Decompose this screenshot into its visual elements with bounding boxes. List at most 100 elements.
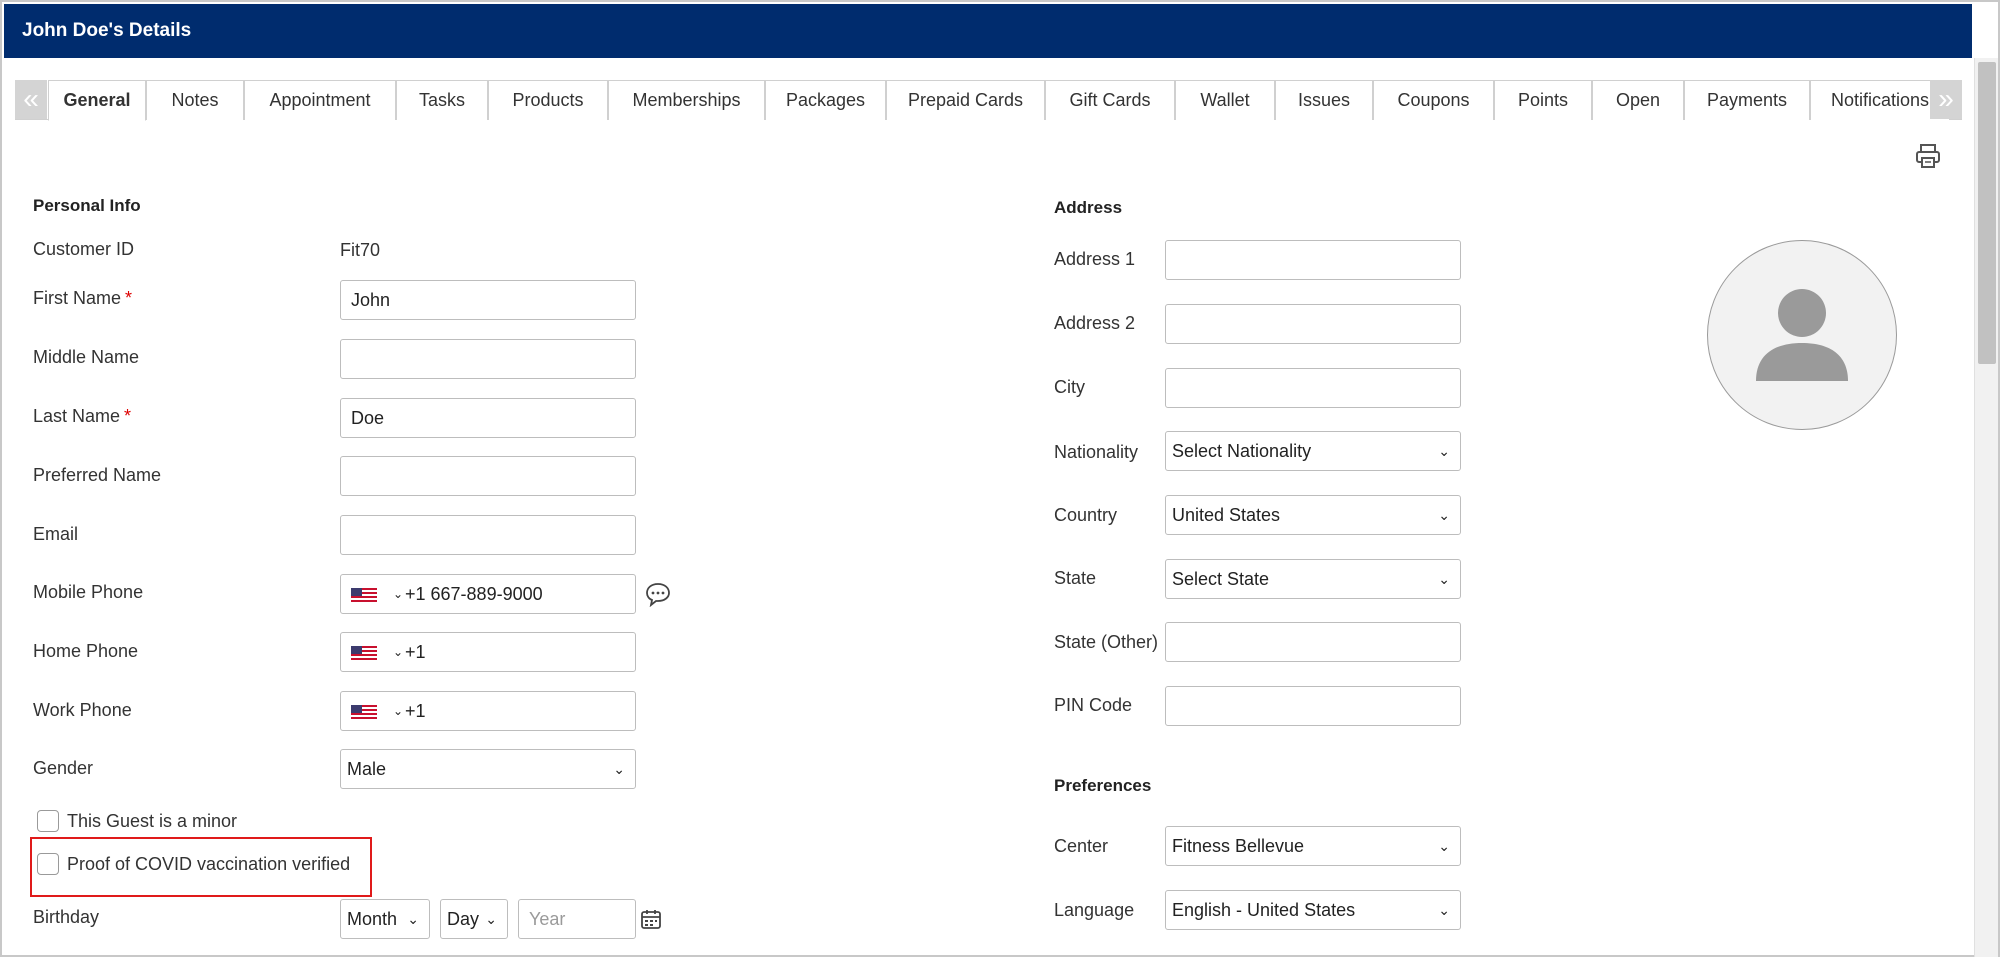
tabs-scroll-left-icon[interactable]: « — [15, 80, 47, 119]
birthday-year-placeholder: Year — [529, 909, 566, 929]
last-name-field[interactable]: Doe — [340, 398, 636, 438]
us-flag-icon[interactable] — [351, 646, 377, 660]
tab-payments[interactable]: Payments — [1684, 80, 1810, 120]
us-flag-icon[interactable] — [351, 588, 377, 602]
minor-checkbox[interactable] — [37, 810, 59, 832]
home-phone-field[interactable]: ⌄ +1 — [340, 632, 636, 672]
tab-memberships[interactable]: Memberships — [608, 80, 765, 120]
nationality-label: Nationality — [1054, 442, 1139, 462]
gender-value: Male — [347, 759, 387, 779]
tabs-scroll-right-icon[interactable]: » — [1930, 80, 1962, 119]
birthday-year-field[interactable]: Year — [518, 899, 636, 939]
country-select[interactable]: United States ⌄ — [1165, 495, 1461, 535]
personal-info-heading: Personal Info — [33, 196, 141, 215]
country-label: Country — [1054, 505, 1118, 525]
calendar-icon[interactable] — [640, 908, 662, 930]
covid-vaccination-label: Proof of COVID vaccination verified — [67, 854, 351, 874]
center-label: Center — [1054, 836, 1109, 856]
nationality-select[interactable]: Select Nationality ⌄ — [1165, 431, 1461, 471]
state-select[interactable]: Select State ⌄ — [1165, 559, 1461, 599]
first-name-field[interactable]: John — [340, 280, 636, 320]
chat-bubble-icon[interactable] — [645, 581, 671, 607]
profile-photo[interactable] — [1707, 240, 1897, 430]
center-value: Fitness Bellevue — [1172, 836, 1305, 856]
chevron-down-icon: ⌄ — [1438, 571, 1450, 587]
tab-points[interactable]: Points — [1494, 80, 1592, 120]
tab-open[interactable]: Open — [1592, 80, 1684, 120]
address2-field[interactable] — [1165, 304, 1461, 344]
state-value: Select State — [1172, 569, 1270, 589]
birthday-month-value: Month — [347, 909, 398, 929]
tab-bar: « General Notes Appointment Tasks Produc… — [15, 80, 1962, 121]
gender-label: Gender — [33, 758, 94, 778]
pin-code-label: PIN Code — [1054, 695, 1133, 715]
birthday-label: Birthday — [33, 907, 100, 927]
city-field[interactable] — [1165, 368, 1461, 408]
tab-appointment[interactable]: Appointment — [244, 80, 396, 120]
mobile-phone-value: +1 667-889-9000 — [405, 584, 543, 604]
last-name-label: Last Name * — [33, 406, 132, 426]
preferred-name-label: Preferred Name — [33, 465, 162, 485]
home-phone-label: Home Phone — [33, 641, 139, 661]
tab-issues[interactable]: Issues — [1275, 80, 1373, 120]
chevron-down-icon: ⌄ — [613, 761, 625, 777]
country-code-chevron-icon[interactable]: ⌄ — [393, 692, 403, 730]
center-select[interactable]: Fitness Bellevue ⌄ — [1165, 826, 1461, 866]
tab-notes[interactable]: Notes — [146, 80, 244, 120]
state-other-field[interactable] — [1165, 622, 1461, 662]
chevron-down-icon: ⌄ — [1438, 902, 1450, 918]
country-value: United States — [1172, 505, 1281, 525]
customer-id-value: Fit70 — [340, 240, 381, 260]
scrollbar-thumb[interactable] — [1978, 62, 1996, 364]
vertical-scrollbar[interactable] — [1974, 58, 1998, 957]
chevron-down-icon: ⌄ — [407, 911, 419, 927]
window-title: John Doe's Details — [4, 4, 1972, 58]
birthday-month-select[interactable]: Month ⌄ — [340, 899, 430, 939]
mobile-phone-field[interactable]: ⌄ +1 667-889-9000 — [340, 574, 636, 614]
first-name-label: First Name * — [33, 288, 133, 308]
tab-general[interactable]: General — [48, 80, 146, 121]
birthday-day-value: Day — [447, 909, 480, 929]
work-phone-label: Work Phone — [33, 700, 132, 720]
tab-prepaid-cards[interactable]: Prepaid Cards — [886, 80, 1045, 120]
minor-label: This Guest is a minor — [67, 811, 238, 831]
language-select[interactable]: English - United States ⌄ — [1165, 890, 1461, 930]
gender-select[interactable]: Male ⌄ — [340, 749, 636, 789]
chevron-down-icon: ⌄ — [1438, 507, 1450, 523]
address1-field[interactable] — [1165, 240, 1461, 280]
chevron-down-icon: ⌄ — [485, 911, 497, 927]
work-phone-value: +1 — [405, 701, 426, 721]
address1-label: Address 1 — [1054, 249, 1136, 269]
printer-icon[interactable] — [1914, 142, 1942, 170]
address2-label: Address 2 — [1054, 313, 1136, 333]
preferred-name-field[interactable] — [340, 456, 636, 496]
country-code-chevron-icon[interactable]: ⌄ — [393, 633, 403, 671]
tab-products[interactable]: Products — [488, 80, 608, 120]
tab-gift-cards[interactable]: Gift Cards — [1045, 80, 1175, 120]
nationality-value: Select Nationality — [1172, 441, 1312, 461]
required-marker: * — [124, 406, 132, 426]
middle-name-field[interactable] — [340, 339, 636, 379]
tab-wallet[interactable]: Wallet — [1175, 80, 1275, 120]
country-code-chevron-icon[interactable]: ⌄ — [393, 575, 403, 613]
work-phone-field[interactable]: ⌄ +1 — [340, 691, 636, 731]
tab-coupons[interactable]: Coupons — [1373, 80, 1494, 120]
pin-code-field[interactable] — [1165, 686, 1461, 726]
avatar-icon — [1756, 289, 1848, 381]
required-marker: * — [125, 288, 133, 308]
mobile-phone-label: Mobile Phone — [33, 582, 144, 602]
tab-tasks[interactable]: Tasks — [396, 80, 488, 120]
covid-vaccination-checkbox[interactable] — [37, 853, 59, 875]
us-flag-icon[interactable] — [351, 705, 377, 719]
home-phone-value: +1 — [405, 642, 426, 662]
email-field[interactable] — [340, 515, 636, 555]
customer-id-label: Customer ID — [33, 239, 135, 259]
state-label: State — [1054, 568, 1097, 588]
tab-notifications[interactable]: Notifications — [1810, 80, 1950, 120]
preferences-heading: Preferences — [1054, 776, 1152, 795]
tab-packages[interactable]: Packages — [765, 80, 886, 120]
details-window: John Doe's Details « General Notes Appoi… — [0, 0, 2000, 957]
middle-name-label: Middle Name — [33, 347, 140, 367]
chevron-down-icon: ⌄ — [1438, 443, 1450, 459]
birthday-day-select[interactable]: Day ⌄ — [440, 899, 508, 939]
